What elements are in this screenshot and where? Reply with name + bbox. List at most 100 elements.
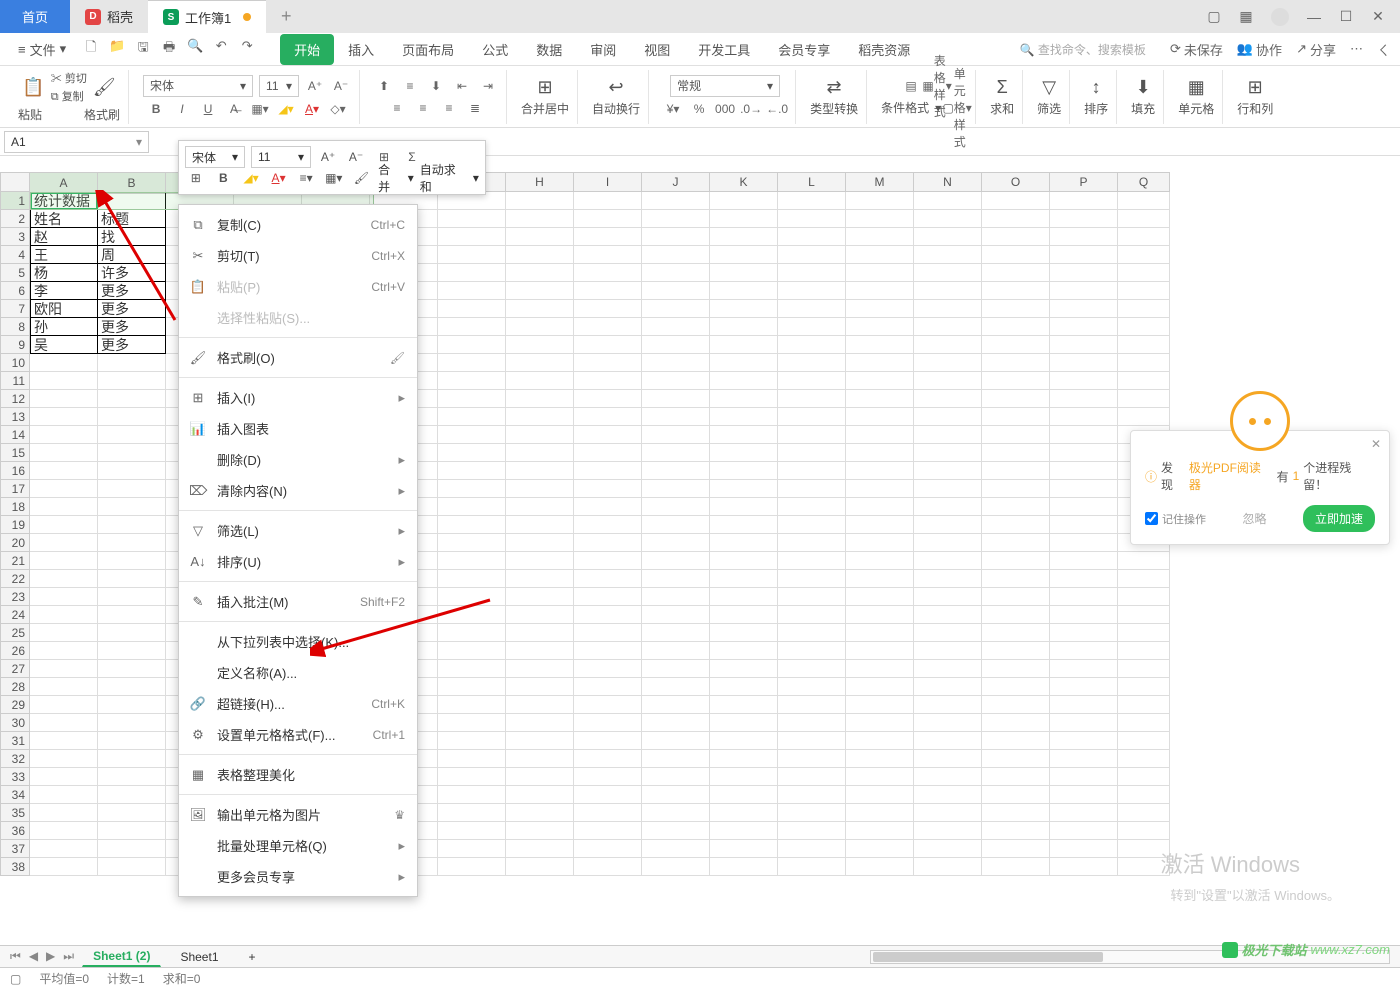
fill-color-icon[interactable]: ◢▾ <box>276 99 296 119</box>
cell[interactable] <box>642 300 710 318</box>
cell[interactable] <box>982 804 1050 822</box>
cell[interactable] <box>98 822 166 840</box>
cell[interactable] <box>98 642 166 660</box>
cell[interactable] <box>98 840 166 858</box>
cell[interactable]: 更多 <box>98 318 166 336</box>
row-header[interactable]: 37 <box>0 840 30 858</box>
row-header[interactable]: 9 <box>0 336 30 354</box>
cell[interactable] <box>846 642 914 660</box>
cell[interactable] <box>1050 642 1118 660</box>
mini-size-select[interactable]: 11▾ <box>251 146 311 168</box>
cell[interactable] <box>1050 192 1118 210</box>
cell[interactable] <box>914 426 982 444</box>
toast-close-icon[interactable]: ✕ <box>1371 437 1381 451</box>
row-header[interactable]: 4 <box>0 246 30 264</box>
cell[interactable] <box>982 462 1050 480</box>
cell[interactable] <box>982 678 1050 696</box>
ribbon-tab-member[interactable]: 会员专享 <box>764 34 844 65</box>
cell[interactable] <box>98 624 166 642</box>
cell[interactable] <box>574 858 642 876</box>
cell[interactable] <box>30 786 98 804</box>
cell[interactable] <box>914 696 982 714</box>
cell[interactable] <box>778 552 846 570</box>
cell[interactable] <box>1118 732 1170 750</box>
cell[interactable] <box>574 426 642 444</box>
cell[interactable] <box>574 660 642 678</box>
cell[interactable] <box>982 246 1050 264</box>
ctx-delete[interactable]: 删除(D)▸ <box>179 444 417 475</box>
ctx-more-member[interactable]: 更多会员专享▸ <box>179 861 417 892</box>
cell[interactable] <box>642 336 710 354</box>
cell[interactable] <box>574 354 642 372</box>
sheet-prev-icon[interactable]: ◀ <box>29 949 38 964</box>
cell[interactable] <box>574 714 642 732</box>
cell[interactable] <box>710 408 778 426</box>
cell[interactable] <box>642 246 710 264</box>
cell[interactable] <box>778 750 846 768</box>
cell[interactable] <box>914 300 982 318</box>
cell[interactable] <box>710 354 778 372</box>
cell[interactable] <box>30 606 98 624</box>
cell[interactable] <box>914 642 982 660</box>
ribbon-tab-view[interactable]: 视图 <box>630 34 684 65</box>
cell[interactable] <box>710 732 778 750</box>
cell[interactable] <box>982 228 1050 246</box>
cell[interactable] <box>506 642 574 660</box>
cell[interactable] <box>506 210 574 228</box>
cell[interactable] <box>1050 534 1118 552</box>
ctx-filter[interactable]: ▽筛选(L)▸ <box>179 515 417 546</box>
cell[interactable] <box>778 372 846 390</box>
cell[interactable] <box>778 282 846 300</box>
cell[interactable] <box>438 390 506 408</box>
cell[interactable] <box>778 714 846 732</box>
row-header[interactable]: 22 <box>0 570 30 588</box>
ctx-batch[interactable]: 批量处理单元格(Q)▸ <box>179 830 417 861</box>
ribbon-tab-insert[interactable]: 插入 <box>334 34 388 65</box>
cell[interactable] <box>778 534 846 552</box>
cell[interactable] <box>574 696 642 714</box>
col-header-J[interactable]: J <box>642 172 710 192</box>
cell[interactable] <box>710 642 778 660</box>
row-header[interactable]: 15 <box>0 444 30 462</box>
decrease-font-icon[interactable]: A⁻ <box>331 76 351 96</box>
cell[interactable] <box>846 858 914 876</box>
ctx-format-painter[interactable]: 🖌格式刷(O)🖌 <box>179 342 417 373</box>
cell[interactable] <box>98 786 166 804</box>
cell[interactable] <box>506 660 574 678</box>
cell[interactable] <box>914 678 982 696</box>
cell[interactable] <box>98 192 166 210</box>
cell[interactable] <box>846 660 914 678</box>
cell[interactable] <box>778 804 846 822</box>
cell[interactable] <box>1050 372 1118 390</box>
cell[interactable] <box>574 336 642 354</box>
cell[interactable] <box>642 462 710 480</box>
cell[interactable] <box>1118 192 1170 210</box>
cell[interactable] <box>710 372 778 390</box>
cell[interactable]: 更多 <box>98 282 166 300</box>
cell[interactable] <box>846 750 914 768</box>
border-icon[interactable]: ▦▾ <box>250 99 270 119</box>
cell[interactable] <box>914 858 982 876</box>
cell[interactable] <box>438 840 506 858</box>
cell[interactable] <box>846 732 914 750</box>
cell[interactable] <box>438 678 506 696</box>
cell[interactable] <box>1118 750 1170 768</box>
cell[interactable] <box>982 354 1050 372</box>
cell[interactable] <box>1118 768 1170 786</box>
cell[interactable] <box>982 840 1050 858</box>
cell[interactable] <box>574 390 642 408</box>
cell[interactable] <box>506 354 574 372</box>
cell[interactable] <box>914 498 982 516</box>
sum-icon[interactable]: Σ <box>997 77 1008 98</box>
ribbon-tab-layout[interactable]: 页面布局 <box>388 34 468 65</box>
cell[interactable] <box>438 624 506 642</box>
file-menu[interactable]: ≡ 文件 ▾ <box>10 37 74 62</box>
cell[interactable] <box>438 462 506 480</box>
cell[interactable] <box>506 444 574 462</box>
cell[interactable] <box>574 534 642 552</box>
cell[interactable] <box>30 696 98 714</box>
cell[interactable] <box>778 210 846 228</box>
cell[interactable] <box>506 570 574 588</box>
cell[interactable] <box>574 480 642 498</box>
cell[interactable] <box>438 534 506 552</box>
